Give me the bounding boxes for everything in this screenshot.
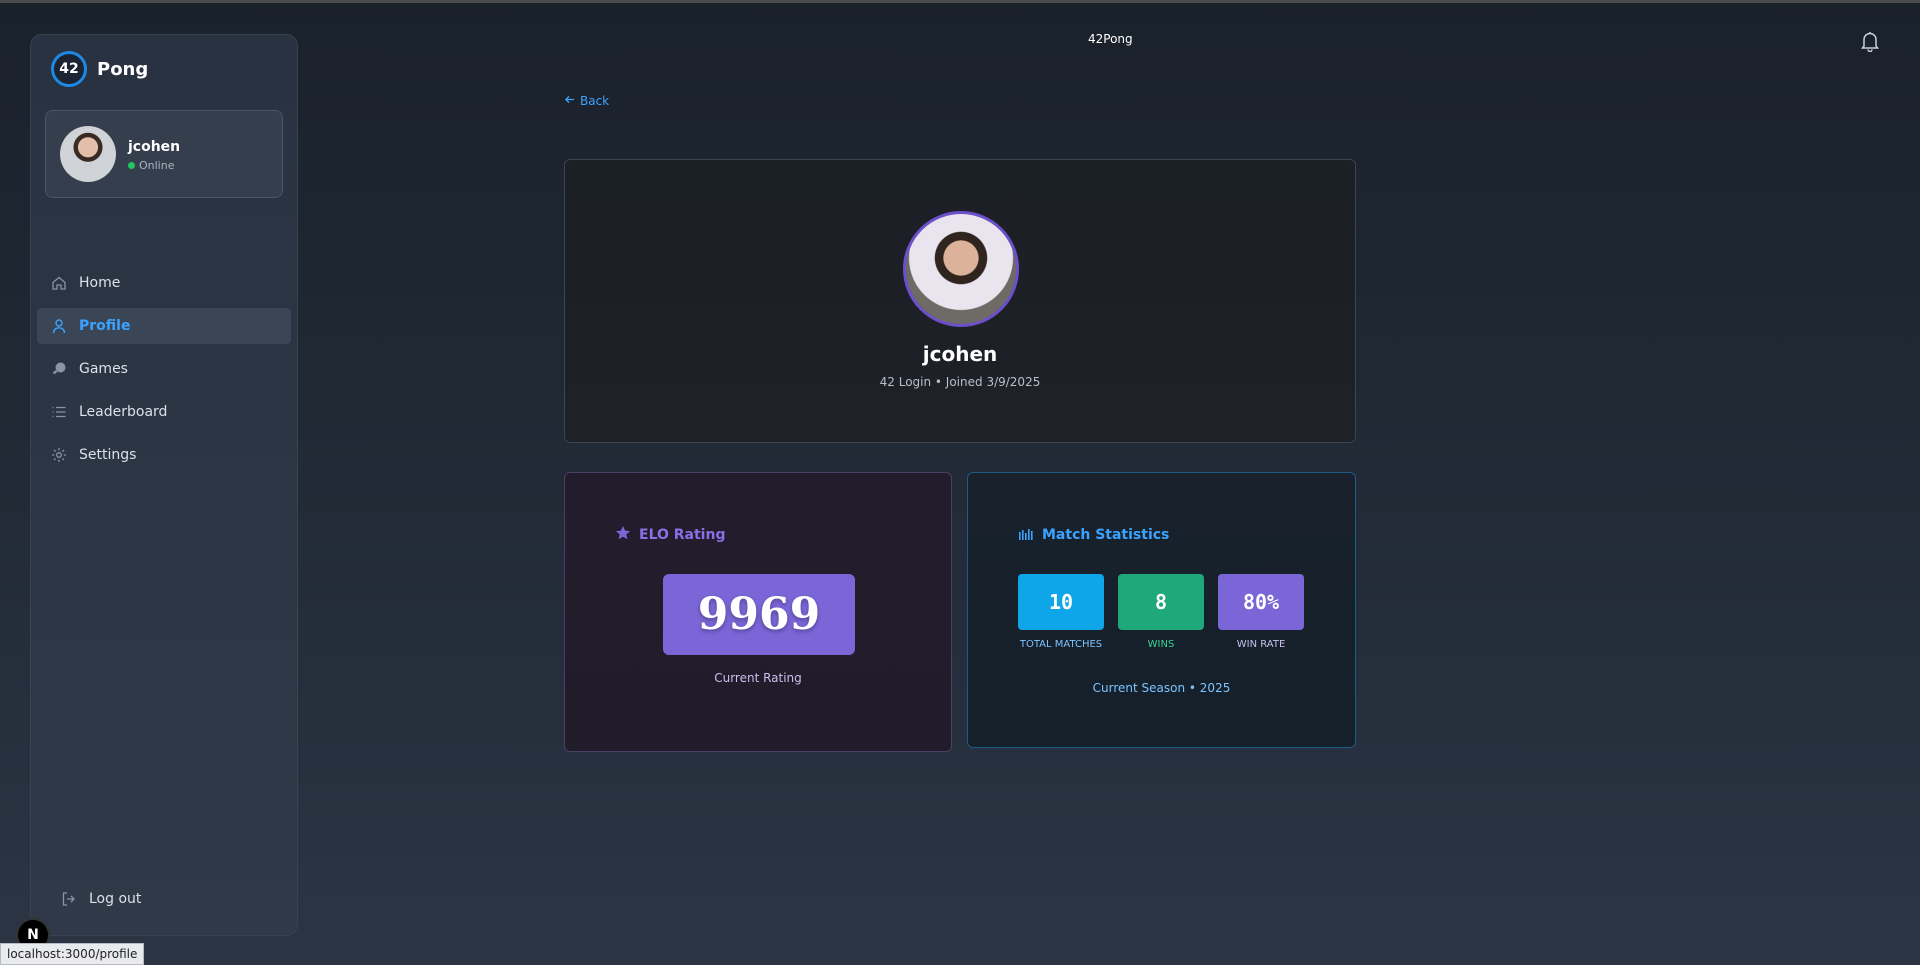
match-statistics-heading: Match Statistics	[1018, 525, 1169, 545]
sidebar-item-label: Leaderboard	[79, 404, 168, 420]
window-top-border	[0, 0, 1920, 3]
list-icon	[51, 404, 67, 420]
avatar	[60, 126, 116, 182]
season-label: Current Season • 2025	[1092, 681, 1231, 695]
match-statistics-title: Match Statistics	[1042, 527, 1170, 543]
url-status-bar: localhost:3000/profile	[0, 943, 145, 965]
paddle-icon	[51, 361, 67, 377]
elo-rating-card: ELO Rating 9969 Current Rating	[564, 472, 952, 752]
arrow-left-icon	[564, 94, 575, 108]
logout-label: Log out	[89, 891, 142, 907]
stat-wins: 8 WINS	[1118, 574, 1204, 650]
sidebar-item-label: Profile	[79, 318, 131, 334]
profile-avatar	[903, 211, 1019, 327]
sidebar-item-leaderboard[interactable]: Leaderboard	[37, 394, 291, 430]
stat-label: TOTAL MATCHES	[1019, 639, 1103, 650]
sidebar-item-settings[interactable]: Settings	[37, 437, 291, 473]
user-icon	[51, 318, 67, 334]
sidebar-item-profile[interactable]: Profile	[37, 308, 291, 344]
sidebar-item-games[interactable]: Games	[37, 351, 291, 387]
brand-name: Pong	[97, 58, 149, 80]
elo-rating-title: ELO Rating	[639, 527, 726, 543]
stat-value: 80%	[1218, 574, 1304, 630]
sidebar-item-home[interactable]: Home	[37, 265, 291, 301]
sidebar: 42 Pong jcohen Online Home Profile Games…	[30, 34, 298, 936]
bar-chart-icon	[1018, 525, 1034, 545]
back-link[interactable]: Back	[564, 94, 609, 108]
brand[interactable]: 42 Pong	[51, 51, 148, 87]
gear-icon	[51, 447, 67, 463]
stat-value: 8	[1118, 574, 1204, 630]
sidebar-nav: Home Profile Games Leaderboard Settings	[37, 265, 291, 480]
stat-win-rate: 80% WIN RATE	[1218, 574, 1304, 650]
page-title: 42Pong	[1088, 32, 1133, 46]
home-icon	[51, 275, 67, 291]
user-status: Online	[128, 159, 174, 172]
brand-logo: 42	[51, 51, 87, 87]
user-status-label: Online	[139, 159, 175, 172]
logout-icon	[61, 891, 77, 907]
star-icon	[615, 525, 631, 545]
logout-button[interactable]: Log out	[61, 891, 141, 907]
bell-icon[interactable]	[1860, 30, 1880, 53]
sidebar-item-label: Settings	[79, 447, 137, 463]
stat-value: 10	[1018, 574, 1104, 630]
profile-meta: 42 Login • Joined 3/9/2025	[879, 375, 1041, 389]
online-status-dot	[128, 162, 135, 169]
elo-rating-caption: Current Rating	[714, 671, 802, 685]
user-name: jcohen	[128, 139, 181, 155]
stat-label: WIN RATE	[1236, 639, 1286, 650]
stat-total-matches: 10 TOTAL MATCHES	[1018, 574, 1104, 650]
stat-label: WINS	[1147, 639, 1175, 650]
sidebar-item-label: Games	[79, 361, 128, 377]
elo-rating-heading: ELO Rating	[615, 525, 725, 545]
user-card[interactable]: jcohen Online	[45, 110, 283, 198]
match-statistics-card: Match Statistics 10 TOTAL MATCHES 8 WINS…	[967, 472, 1356, 748]
sidebar-item-label: Home	[79, 275, 121, 291]
elo-rating-value: 9969	[663, 574, 855, 655]
profile-name: jcohen	[922, 342, 998, 366]
back-label: Back	[580, 94, 610, 108]
profile-header-card: jcohen 42 Login • Joined 3/9/2025	[564, 159, 1356, 443]
